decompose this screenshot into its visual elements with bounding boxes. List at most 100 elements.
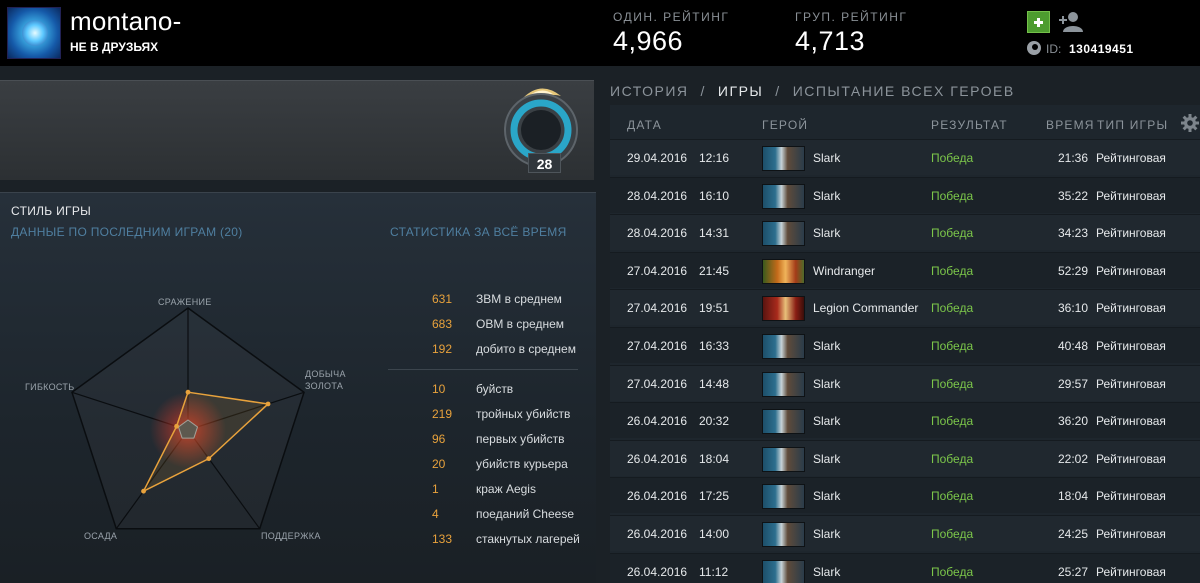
match-duration: 34:23 [1057, 226, 1088, 241]
match-result: Победа [931, 489, 974, 504]
avatar-image [22, 20, 48, 46]
tab-history[interactable]: ИСТОРИЯ [610, 83, 689, 99]
play-style-subtitle: ДАННЫЕ ПО ПОСЛЕДНИМ ИГРАМ (20) [11, 225, 243, 239]
axis-versatility-label: ГИБКОСТЬ [25, 382, 75, 392]
hero-portrait-icon[interactable] [762, 334, 805, 359]
column-header-result[interactable]: РЕЗУЛЬТАТ [931, 118, 1008, 132]
match-duration: 24:25 [1057, 527, 1088, 541]
hero-portrait-icon[interactable] [762, 371, 805, 397]
match-row[interactable]: 26.04.2016 17:25 Slark Победа 18:04 Рейтингов… [610, 477, 1200, 514]
radar-point-fighting [185, 389, 191, 395]
avatar[interactable] [7, 7, 61, 59]
hero-portrait-icon[interactable] [762, 446, 805, 472]
radar-point-support [206, 456, 212, 462]
match-date: 27.04.2016 [627, 263, 688, 278]
match-hero: Slark [813, 151, 841, 165]
radar-point-versatility [174, 423, 179, 429]
hero-portrait-icon[interactable] [762, 484, 805, 510]
match-time: 16:10 [699, 188, 730, 203]
match-duration: 40:48 [1057, 339, 1088, 353]
match-duration: 35:22 [1057, 188, 1088, 203]
stat-value: 1 [432, 482, 439, 496]
match-date: 28.04.2016 [627, 226, 688, 241]
stat-label: ЗВМ в среднем [476, 292, 562, 306]
match-row[interactable]: 27.04.2016 21:45 Windranger Победа 52:29 Рейт… [610, 251, 1200, 288]
steam-icon [1027, 41, 1041, 55]
player-id: 130419451 [1069, 42, 1134, 56]
match-row[interactable]: 29.04.2016 12:16 Slark Победа 21:36 Рейтингов… [610, 139, 1200, 175]
hero-portrait-icon[interactable] [762, 296, 805, 322]
match-hero: Slark [813, 451, 841, 466]
stat-label: тройных убийств [476, 407, 571, 421]
match-duration: 52:29 [1057, 263, 1088, 278]
stat-value: 4 [432, 507, 439, 521]
match-result: Победа [931, 527, 974, 541]
match-date: 28.04.2016 [627, 188, 688, 203]
stat-label: краж Aegis [476, 482, 536, 496]
match-game-type: Рейтинговая [1096, 489, 1166, 504]
match-duration: 21:36 [1057, 151, 1088, 165]
match-date: 27.04.2016 [627, 376, 688, 391]
radar-point-pushing [141, 488, 146, 494]
match-game-type: Рейтинговая [1096, 188, 1166, 203]
column-header-duration[interactable]: ВРЕМЯ [1046, 118, 1095, 132]
match-game-type: Рейтинговая [1096, 376, 1166, 391]
column-header-game-type[interactable]: ТИП ИГРЫ [1097, 118, 1168, 132]
add-friend-button[interactable] [1027, 11, 1050, 33]
profile-header: montano- НЕ В ДРУЗЬЯХ ОДИН. РЕЙТИНГ 4,96… [0, 0, 1200, 66]
match-date: 26.04.2016 [627, 564, 688, 579]
stat-value: 192 [432, 342, 453, 356]
hero-portrait-icon[interactable] [762, 559, 805, 583]
hero-portrait-icon[interactable] [762, 522, 805, 547]
match-duration: 25:27 [1057, 564, 1088, 579]
stat-divider [388, 369, 578, 370]
match-row[interactable]: 27.04.2016 16:33 Slark Победа 40:48 Рейтингов… [610, 327, 1200, 363]
match-row[interactable]: 26.04.2016 20:32 Slark Победа 36:20 Рейтингов… [610, 402, 1200, 439]
match-hero: Slark [813, 527, 841, 541]
match-row[interactable]: 26.04.2016 18:04 Slark Победа 22:02 Рейтингов… [610, 439, 1200, 476]
match-game-type: Рейтинговая [1096, 339, 1166, 353]
match-game-type: Рейтинговая [1096, 564, 1166, 579]
party-invite-icon[interactable] [1058, 11, 1084, 33]
hero-portrait-icon[interactable] [762, 183, 805, 209]
match-date: 26.04.2016 [627, 414, 688, 429]
match-game-type: Рейтинговая [1096, 414, 1166, 429]
match-row[interactable]: 26.04.2016 14:00 Slark Победа 24:25 Рейтингов… [610, 515, 1200, 551]
match-row[interactable]: 26.04.2016 11:12 Slark Победа 25:27 Рейтингов… [610, 552, 1200, 583]
match-time: 11:12 [699, 564, 729, 579]
match-date: 26.04.2016 [627, 489, 688, 504]
match-row[interactable]: 27.04.2016 14:48 Slark Победа 29:57 Рейтингов… [610, 364, 1200, 401]
match-duration: 22:02 [1057, 451, 1088, 466]
hero-portrait-icon[interactable] [762, 221, 805, 247]
match-time: 12:16 [699, 151, 730, 165]
tab-games[interactable]: ИГРЫ [718, 83, 763, 99]
party-rating: ГРУП. РЕЙТИНГ 4,713 [795, 10, 907, 57]
id-label: ID: [1046, 42, 1062, 56]
hero-portrait-icon[interactable] [762, 146, 805, 171]
stat-value: 10 [432, 382, 446, 396]
match-duration: 18:04 [1057, 489, 1088, 504]
stat-value: 20 [432, 457, 446, 471]
stat-value: 219 [432, 407, 453, 421]
match-row[interactable]: 28.04.2016 16:10 Slark Победа 35:22 Рейтингов… [610, 176, 1200, 213]
match-time: 14:31 [699, 226, 730, 241]
column-header-hero[interactable]: ГЕРОЙ [762, 118, 808, 132]
match-hero: Slark [813, 339, 841, 353]
stat-label: поеданий Cheese [476, 507, 574, 521]
match-game-type: Рейтинговая [1096, 527, 1166, 541]
tab-all-hero-challenge[interactable]: ИСПЫТАНИЕ ВСЕХ ГЕРОЕВ [793, 83, 1015, 99]
hero-portrait-icon[interactable] [762, 258, 805, 284]
column-header-date[interactable]: ДАТА [627, 118, 662, 132]
match-time: 17:25 [699, 489, 730, 504]
axis-farming-label-line1: ДОБЫЧА [305, 369, 346, 379]
gear-icon[interactable] [1181, 114, 1199, 132]
match-date: 29.04.2016 [627, 151, 688, 165]
hero-portrait-icon[interactable] [762, 409, 805, 435]
match-row[interactable]: 27.04.2016 19:51 Legion Commander Победа 36:… [610, 289, 1200, 326]
player-level: 28 [528, 153, 561, 173]
breadcrumb-separator: / [775, 83, 781, 99]
stat-label: первых убийств [476, 432, 565, 446]
match-result: Победа [931, 564, 974, 579]
match-game-type: Рейтинговая [1096, 263, 1166, 278]
match-row[interactable]: 28.04.2016 14:31 Slark Победа 34:23 Рейтингов… [610, 214, 1200, 251]
